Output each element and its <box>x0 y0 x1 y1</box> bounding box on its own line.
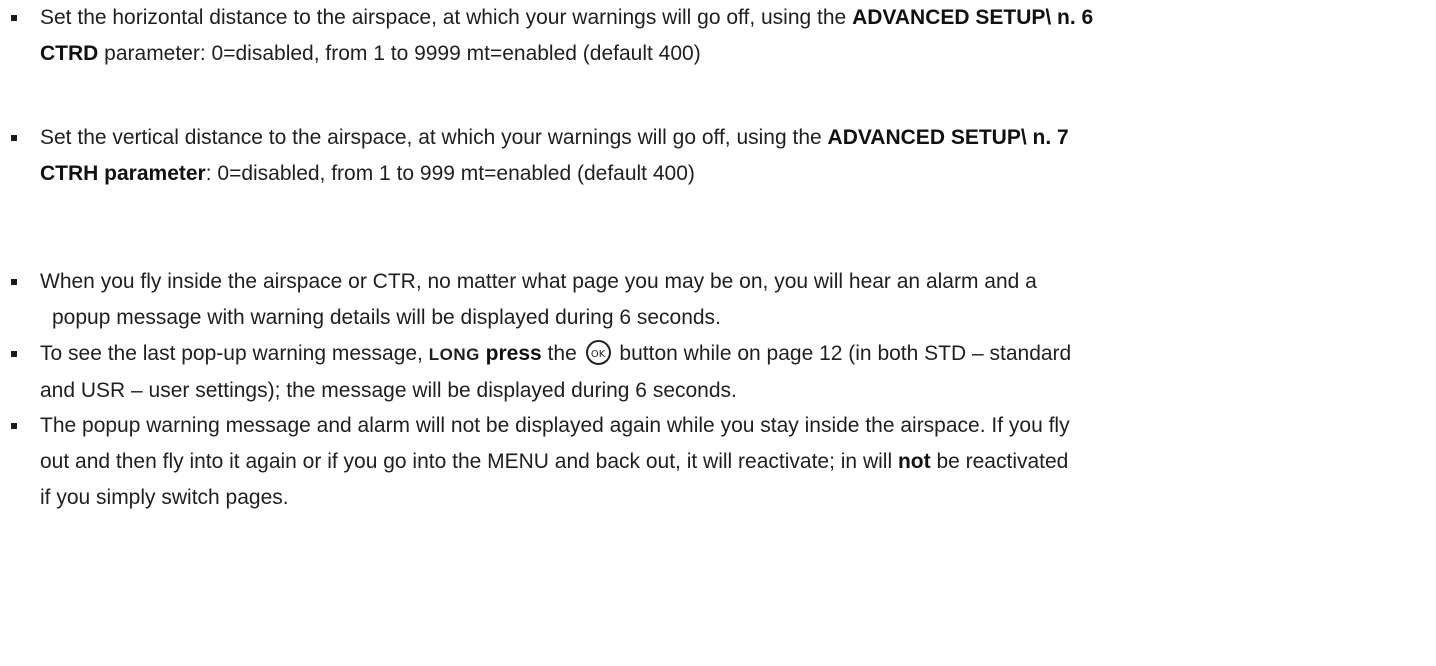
bullet-text: Set the vertical distance to the airspac… <box>40 120 1432 192</box>
text-line: CTRD parameter: 0=disabled, from 1 to 99… <box>40 36 1432 72</box>
bullet-marker <box>11 279 17 285</box>
text-run: parameter: 0=disabled, from 1 to 9999 mt… <box>98 42 701 65</box>
text-line: Set the horizontal distance to the airsp… <box>40 0 1432 36</box>
bullet-marker <box>11 15 17 21</box>
text-line: popup message with warning details will … <box>52 306 721 329</box>
text-run: Set the vertical distance to the airspac… <box>40 126 828 149</box>
text-run: Set the horizontal distance to the airsp… <box>40 6 853 29</box>
bullet-marker <box>11 351 17 357</box>
text-run: be reactivated <box>930 450 1069 473</box>
ok-button-icon: OK <box>585 340 611 365</box>
bold-text: ADVANCED SETUP\ n. 7 <box>827 126 1069 149</box>
bold-text: LONG <box>428 345 480 364</box>
bullet-text: When you fly inside the airspace or CTR,… <box>40 264 1432 336</box>
bullet-marker <box>11 423 17 429</box>
text-line: Set the vertical distance to the airspac… <box>40 120 1432 156</box>
text-run: out and then fly into it again or if you… <box>40 450 898 473</box>
bold-text: press <box>479 342 542 365</box>
text-run: : 0=disabled, from 1 to 999 mt=enabled (… <box>205 162 695 185</box>
text-line: CTRH parameter: 0=disabled, from 1 to 99… <box>40 156 1432 192</box>
text-line: The popup warning message and alarm will… <box>40 414 1070 437</box>
text-line: To see the last pop-up warning message, … <box>40 336 1432 373</box>
bold-text: CTRH parameter <box>40 162 206 185</box>
text-run: button while on page 12 (in both STD – s… <box>613 342 1072 365</box>
text-line: if you simply switch pages. <box>40 486 289 509</box>
bold-text: not <box>897 450 931 473</box>
bullet-text: To see the last pop-up warning message, … <box>40 336 1432 409</box>
bold-text: ADVANCED SETUP\ n. 6 <box>852 6 1094 29</box>
text-run: To see the last pop-up warning message, <box>40 342 429 365</box>
text-line: When you fly inside the airspace or CTR,… <box>40 270 1037 293</box>
text-line: and USR – user settings); the message wi… <box>40 379 737 402</box>
bullet-text: Set the horizontal distance to the airsp… <box>40 0 1432 72</box>
bullet-marker <box>11 135 17 141</box>
bold-text: CTRD <box>40 42 99 65</box>
text-line: out and then fly into it again or if you… <box>40 444 1432 480</box>
text-run: the <box>541 342 583 365</box>
bullet-text: The popup warning message and alarm will… <box>40 408 1432 516</box>
